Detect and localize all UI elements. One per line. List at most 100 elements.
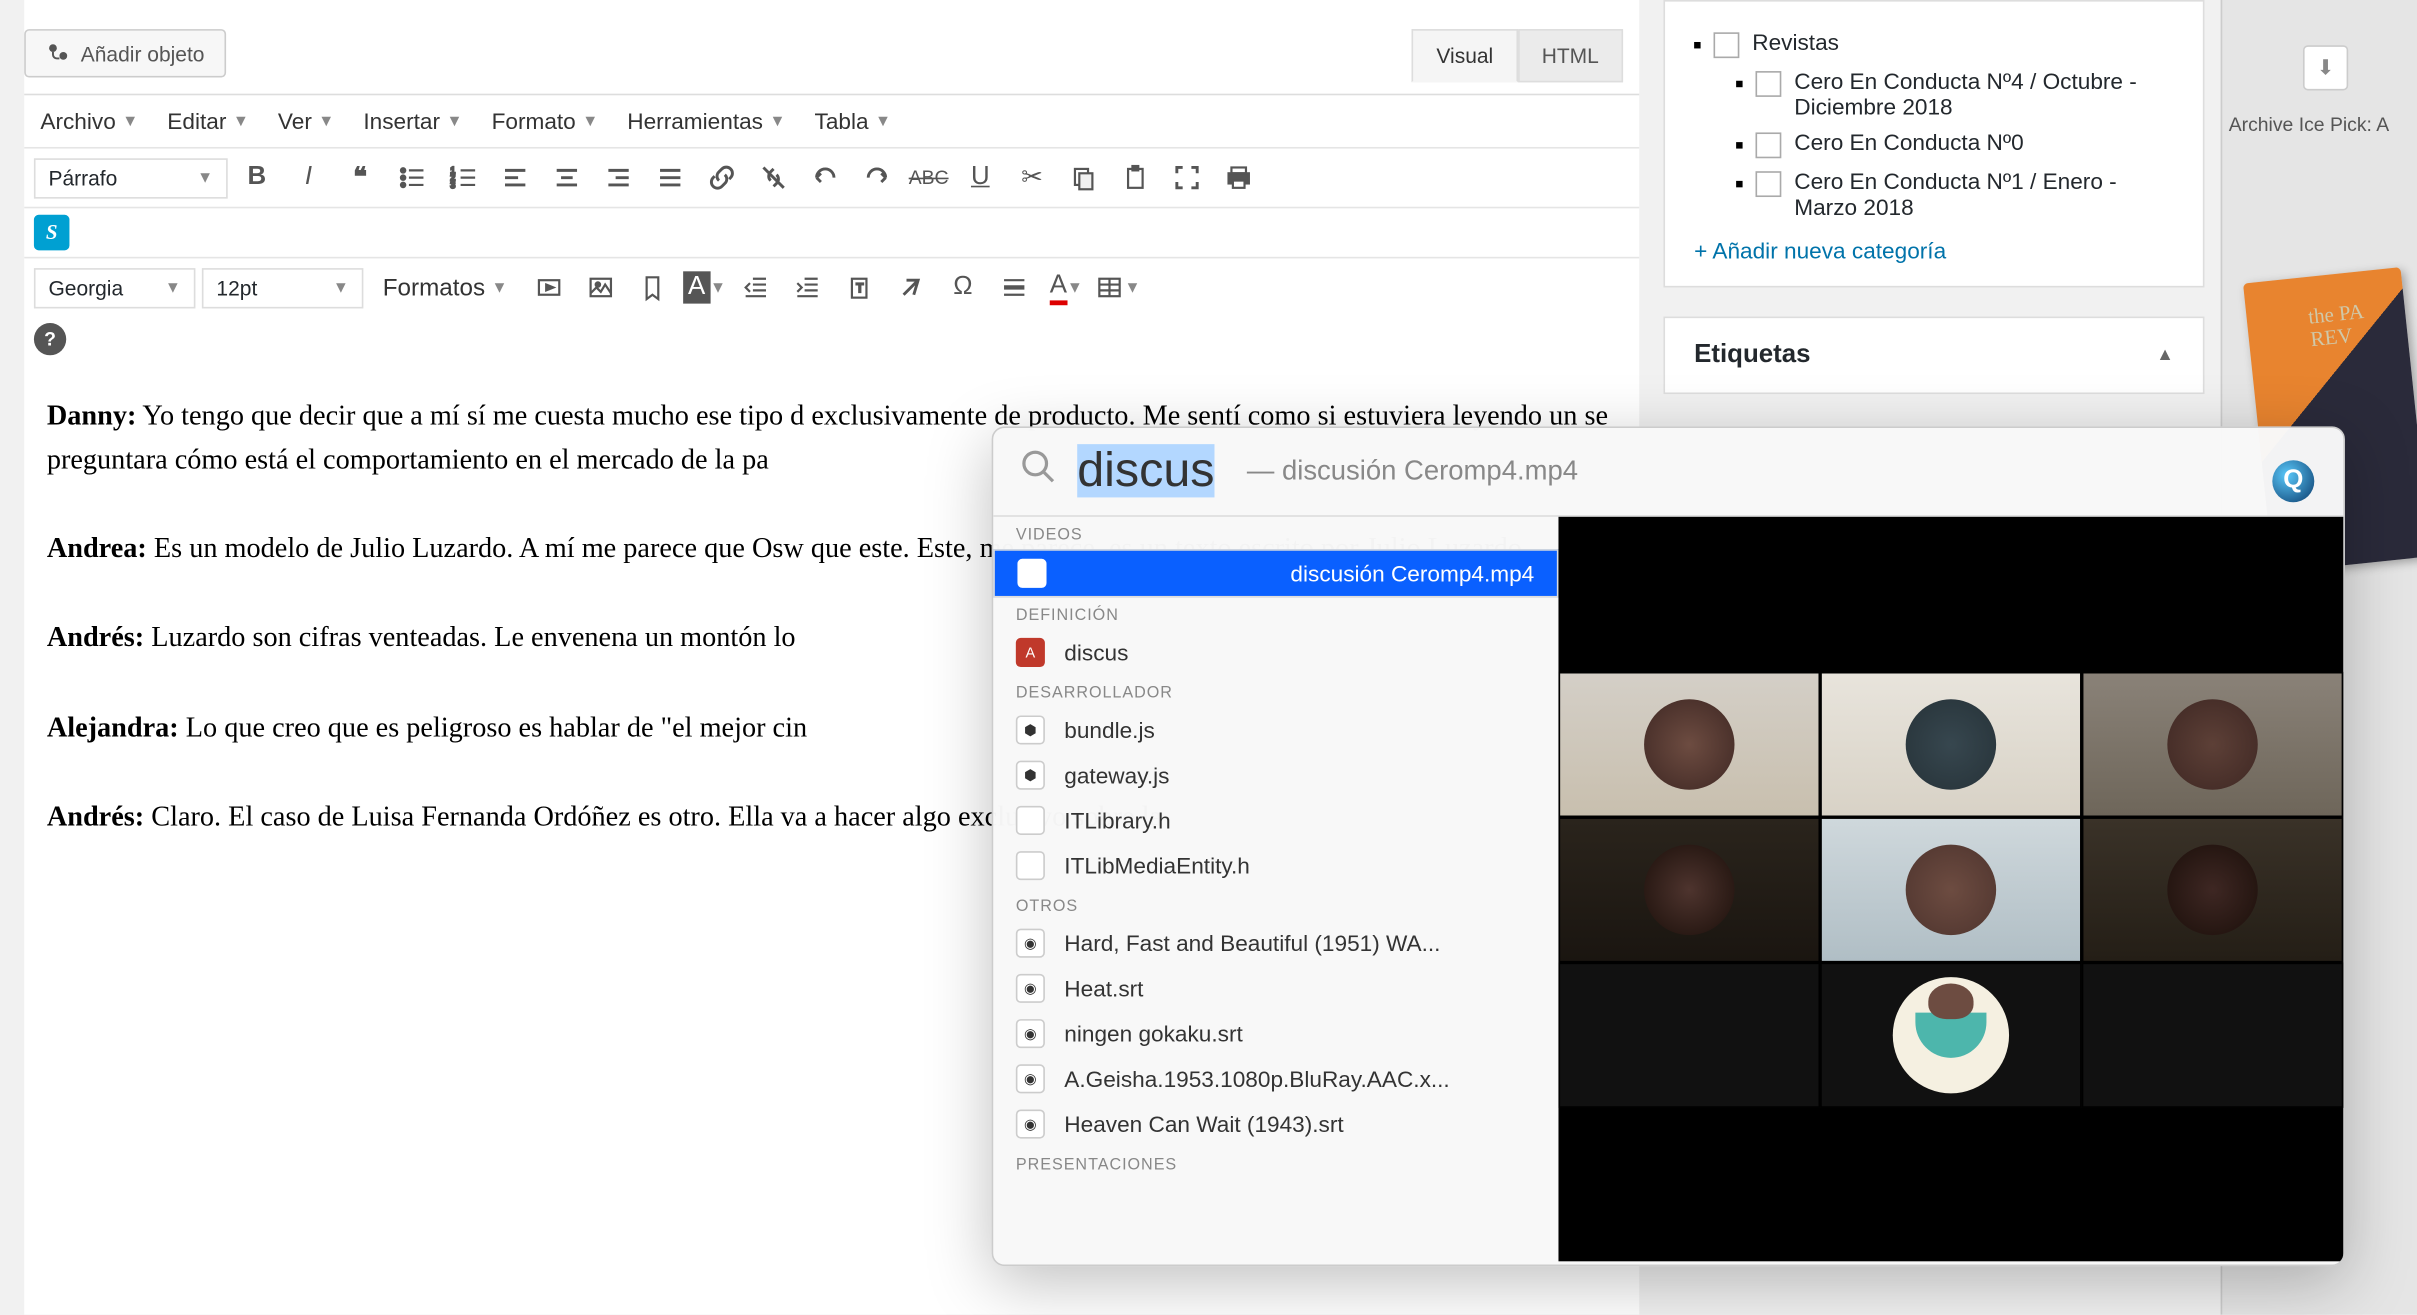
js-file-icon: ⬢	[1016, 715, 1045, 744]
numbered-list-button[interactable]: 123	[441, 155, 486, 200]
result-section: DEFINICIÓN	[993, 598, 1558, 630]
formats-dropdown[interactable]: Formatos▼	[370, 274, 521, 301]
insert-video-button[interactable]	[527, 265, 572, 310]
outdent-button[interactable]	[734, 265, 779, 310]
link-button[interactable]	[699, 155, 744, 200]
tab-html[interactable]: HTML	[1517, 29, 1623, 82]
spotlight-search-row: discus — discusión Ceromp4.mp4 Q	[993, 428, 2343, 515]
menu-archivo[interactable]: Archivo▼	[40, 108, 138, 134]
text-color-2-button[interactable]: A▼	[1044, 265, 1089, 310]
unlink-button[interactable]	[751, 155, 796, 200]
hr-button[interactable]	[992, 265, 1037, 310]
indent-button[interactable]	[785, 265, 830, 310]
video-tile	[1820, 816, 2082, 961]
undo-button[interactable]	[803, 155, 848, 200]
background-label: Archive Ice Pick: A	[2229, 113, 2389, 136]
checkbox[interactable]	[1756, 171, 1782, 197]
font-family-select[interactable]: Georgia▼	[34, 267, 196, 307]
result-item[interactable]: ◉Heaven Can Wait (1943).srt	[993, 1101, 1558, 1146]
align-center-button[interactable]	[544, 155, 589, 200]
checkbox[interactable]	[1714, 32, 1740, 58]
result-item[interactable]: ⬢bundle.js	[993, 707, 1558, 752]
table-button[interactable]: ▼	[1095, 265, 1140, 310]
add-media-button[interactable]: Añadir objeto	[24, 29, 225, 77]
align-justify-button[interactable]	[648, 155, 693, 200]
tags-panel[interactable]: Etiquetas▲	[1663, 317, 2204, 395]
category-item[interactable]: Cero En Conducta Nº1 / Enero - Marzo 201…	[1736, 163, 2174, 224]
chevron-down-icon: ▼	[333, 279, 349, 297]
chevron-down-icon: ▼	[318, 112, 334, 130]
special-char-button[interactable]: Ω	[940, 265, 985, 310]
chevron-down-icon: ▼	[122, 112, 138, 130]
triangle-up-icon[interactable]: ▲	[2156, 346, 2174, 365]
category-item[interactable]: Cero En Conducta Nº0	[1736, 124, 2174, 163]
result-item[interactable]: ◉Heat.srt	[993, 966, 1558, 1011]
result-item[interactable]: Adiscus	[993, 630, 1558, 675]
menu-editar[interactable]: Editar▼	[167, 108, 249, 134]
chevron-down-icon: ▼	[875, 112, 891, 130]
add-category-link[interactable]: + Añadir nueva categoría	[1694, 237, 2174, 263]
menu-insertar[interactable]: Insertar▼	[363, 108, 462, 134]
srt-file-icon: ◉	[1016, 1064, 1045, 1093]
bullet-list-button[interactable]	[389, 155, 434, 200]
h-file-icon	[1016, 806, 1045, 835]
help-button[interactable]: ?	[34, 323, 66, 355]
underline-button[interactable]: U	[958, 155, 1003, 200]
bullet-icon	[1736, 142, 1742, 148]
checkbox[interactable]	[1756, 71, 1782, 97]
category-item[interactable]: Cero En Conducta Nº4 / Octubre - Diciemb…	[1736, 63, 2174, 124]
download-icon[interactable]: ⬇	[2303, 45, 2348, 90]
shortcode-icon[interactable]: S	[34, 215, 70, 251]
paste-button[interactable]	[1113, 155, 1158, 200]
result-item[interactable]: ◉Hard, Fast and Beautiful (1951) WA...	[993, 921, 1558, 966]
svg-text:T: T	[857, 282, 864, 295]
redo-button[interactable]	[854, 155, 899, 200]
strikethrough-button[interactable]: ABC	[906, 155, 951, 200]
video-tile	[2082, 671, 2344, 816]
align-right-button[interactable]	[596, 155, 641, 200]
cat-avatar-icon	[1893, 976, 2009, 1092]
cut-button[interactable]: ✂	[1009, 155, 1054, 200]
bookmark-button[interactable]	[630, 265, 675, 310]
blockquote-button[interactable]: ❝	[338, 155, 383, 200]
toolbar-row-2: S	[24, 207, 1639, 257]
chevron-down-icon: ▼	[165, 279, 181, 297]
search-icon	[1019, 447, 1058, 495]
insert-image-button[interactable]	[579, 265, 624, 310]
italic-button[interactable]: I	[286, 155, 331, 200]
fullscreen-button[interactable]	[1164, 155, 1209, 200]
editor-tabs: Visual HTML	[1412, 29, 1623, 82]
menu-tabla[interactable]: Tabla▼	[815, 108, 892, 134]
result-item[interactable]: ◉A.Geisha.1953.1080p.BluRay.AAC.x...	[993, 1056, 1558, 1101]
font-size-select[interactable]: 12pt▼	[202, 267, 364, 307]
print-button[interactable]	[1216, 155, 1261, 200]
result-section: PRESENTACIONES	[993, 1147, 1558, 1179]
format-select[interactable]: Párrafo▼	[34, 157, 228, 197]
category-item[interactable]: Revistas	[1694, 24, 2174, 63]
checkbox[interactable]	[1756, 132, 1782, 158]
video-tile	[1820, 962, 2082, 1107]
video-tile	[1820, 671, 2082, 816]
result-item[interactable]: Qdiscusión Ceromp4.mp4	[993, 549, 1558, 597]
video-tile	[1558, 962, 1820, 1107]
align-left-button[interactable]	[493, 155, 538, 200]
paste-text-button[interactable]: T	[837, 265, 882, 310]
bold-button[interactable]: B	[234, 155, 279, 200]
srt-file-icon: ◉	[1016, 1019, 1045, 1048]
copy-button[interactable]	[1061, 155, 1106, 200]
tab-visual[interactable]: Visual	[1412, 29, 1517, 82]
result-item[interactable]: ITLibMediaEntity.h	[993, 843, 1558, 888]
result-item[interactable]: ITLibrary.h	[993, 798, 1558, 843]
clear-format-button[interactable]	[889, 265, 934, 310]
result-section: DESARROLLADOR	[993, 675, 1558, 707]
menu-formato[interactable]: Formato▼	[492, 108, 599, 134]
spotlight-preview	[1558, 517, 2343, 1262]
result-section: OTROS	[993, 888, 1558, 920]
chevron-down-icon: ▼	[769, 112, 785, 130]
result-item[interactable]: ◉ningen gokaku.srt	[993, 1011, 1558, 1056]
menu-ver[interactable]: Ver▼	[278, 108, 334, 134]
text-color-button[interactable]: A▼	[682, 265, 727, 310]
spotlight-query[interactable]: discus	[1077, 444, 1214, 499]
menu-herramientas[interactable]: Herramientas▼	[627, 108, 785, 134]
result-item[interactable]: ⬢gateway.js	[993, 753, 1558, 798]
